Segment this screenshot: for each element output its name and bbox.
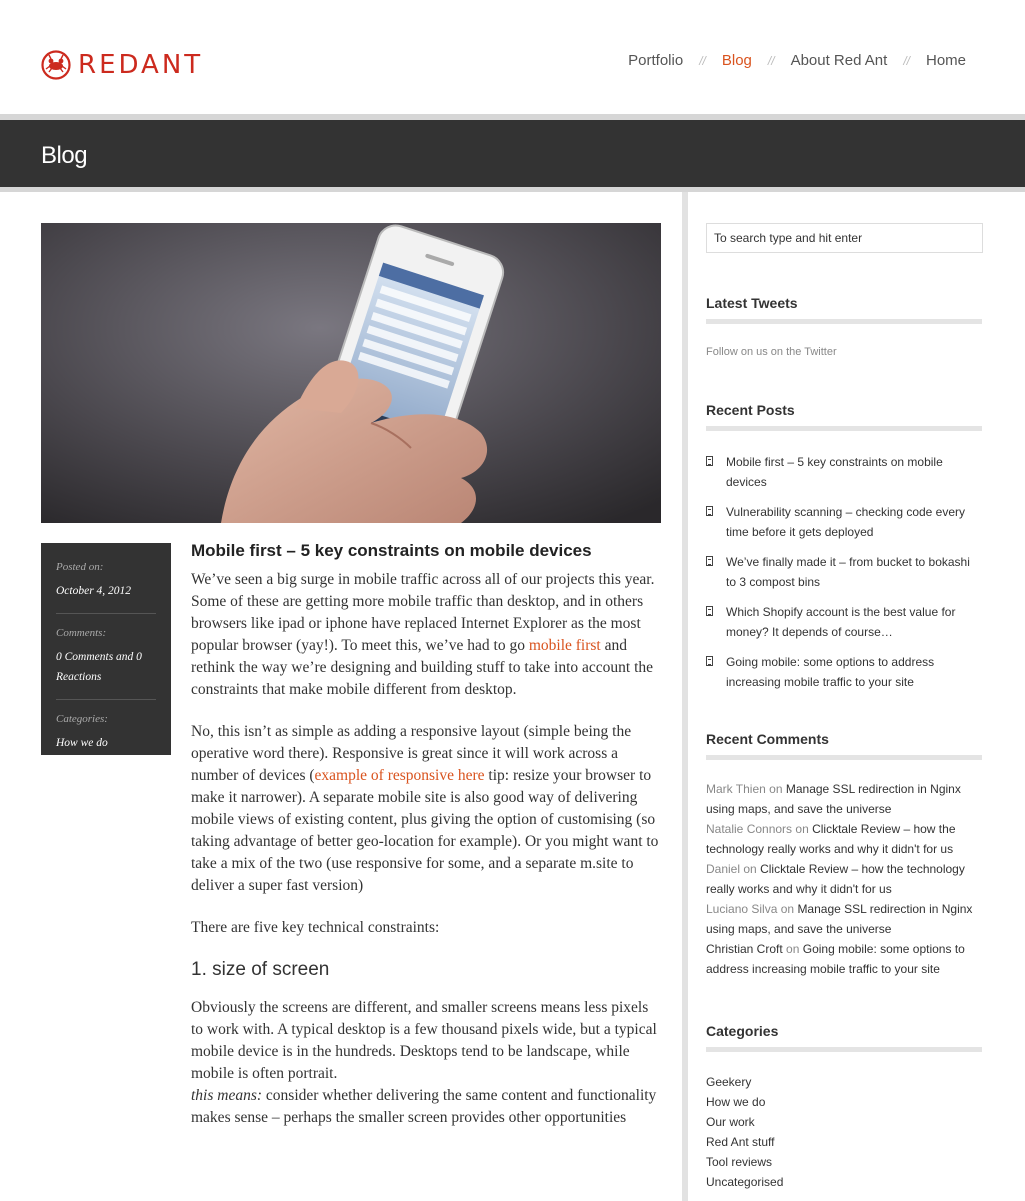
comment-on: on [780,902,795,916]
text-run: Obviously the screens are different, and… [191,999,657,1082]
recent-posts-title: Recent Posts [706,402,982,431]
sidebar-divider [682,192,688,1201]
category-item[interactable]: Uncategorised [706,1172,982,1192]
comment-on: on [769,782,783,796]
comment-author: Daniel [706,862,741,876]
comment-author: Mark Thien [706,782,766,796]
ant-logo-icon [41,50,71,80]
post-paragraph: Obviously the screens are different, and… [191,997,661,1129]
meta-posted: Posted on: October 4, 2012 [56,561,156,614]
recent-post-link[interactable]: Which Shopify account is the best value … [726,605,955,639]
nav-separator: // [699,53,706,68]
categories-label: Categories: [56,713,108,725]
post-content: Mobile first – 5 key constraints on mobi… [191,541,661,1149]
category-link[interactable]: How we do [56,733,156,753]
recent-comments-title: Recent Comments [706,731,982,760]
category-item[interactable]: Tool reviews [706,1152,982,1172]
nav-blog[interactable]: Blog [722,52,752,69]
nav-portfolio[interactable]: Portfolio [628,52,683,69]
recent-post-link[interactable]: Going mobile: some options to address in… [726,655,934,689]
comment-on: on [786,942,800,956]
nav-home[interactable]: Home [926,52,966,69]
site-header: REDANT Portfolio // Blog // About Red An… [0,0,1025,114]
comment-author: Luciano Silva [706,902,778,916]
categories-list: Geekery How we do Our work Red Ant stuff… [706,1072,982,1192]
post-paragraph: There are five key technical constraints… [191,919,440,936]
document-icon [706,506,713,516]
text-run: tip: resize your browser to make it narr… [191,767,659,894]
meta-categories: Categories: How we do [56,713,156,765]
sidebar: Latest Tweets Follow on us on the Twitte… [706,223,983,1192]
recent-post-item[interactable]: Mobile first – 5 key constraints on mobi… [706,452,982,492]
recent-comment-item: Mark Thien on Manage SSL redirection in … [706,779,982,819]
post-title[interactable]: Mobile first – 5 key constraints on mobi… [191,541,661,561]
page-title: Blog [41,142,88,169]
recent-comment-item: Daniel on Clicktale Review – how the tec… [706,859,982,899]
comment-on: on [743,862,757,876]
title-divider [0,187,1025,192]
comments-count-link[interactable]: 0 Comments and 0 Reactions [56,647,156,687]
recent-comments-list: Mark Thien on Manage SSL redirection in … [706,779,982,979]
recent-post-link[interactable]: Vulnerability scanning – checking code e… [726,505,965,539]
document-icon [706,606,713,616]
logo-wordmark: REDANT [78,50,204,80]
posted-label: Posted on: [56,561,104,573]
categories-title: Categories [706,1023,982,1052]
category-item[interactable]: Red Ant stuff [706,1132,982,1152]
comment-author[interactable]: Christian Croft [706,942,783,956]
document-icon [706,656,713,666]
comment-author: Natalie Connors [706,822,793,836]
posted-date: October 4, 2012 [56,585,132,597]
post-paragraph: We’ve seen a big surge in mobile traffic… [191,569,661,701]
comment-on: on [795,822,809,836]
section-heading: 1. size of screen [191,959,330,980]
nav-separator: // [903,53,910,68]
recent-post-item[interactable]: Which Shopify account is the best value … [706,602,982,642]
main-nav: Portfolio // Blog // About Red Ant // Ho… [628,52,966,69]
twitter-follow-link[interactable]: Follow on us on the Twitter [706,346,982,358]
nav-separator: // [767,53,775,68]
post-meta: Posted on: October 4, 2012 Comments: 0 C… [41,543,171,755]
category-item[interactable]: Geekery [706,1072,982,1092]
recent-comment-item: Christian Croft on Going mobile: some op… [706,939,982,979]
meta-comments: Comments: 0 Comments and 0 Reactions [56,627,156,700]
recent-comment-item: Natalie Connors on Clicktale Review – ho… [706,819,982,859]
recent-post-item[interactable]: Going mobile: some options to address in… [706,652,982,692]
document-icon [706,556,713,566]
search-input[interactable] [706,223,983,253]
comments-label: Comments: [56,627,107,639]
recent-post-item[interactable]: Vulnerability scanning – checking code e… [706,502,982,542]
post-hero-image [41,223,661,523]
emphasis-text: this means: [191,1087,263,1104]
mobile-first-link[interactable]: mobile first [529,637,601,654]
post-paragraph: No, this isn’t as simple as adding a res… [191,721,661,897]
document-icon [706,456,713,466]
category-item[interactable]: Our work [706,1112,982,1132]
recent-posts-list: Mobile first – 5 key constraints on mobi… [706,452,982,692]
hand-holding-phone-illustration [41,223,661,523]
latest-tweets-title: Latest Tweets [706,295,982,324]
recent-post-item[interactable]: We’ve finally made it – from bucket to b… [706,552,982,592]
recent-post-link[interactable]: We’ve finally made it – from bucket to b… [726,555,970,589]
nav-about[interactable]: About Red Ant [791,52,888,69]
recent-post-link[interactable]: Mobile first – 5 key constraints on mobi… [726,455,943,489]
category-item[interactable]: How we do [706,1092,982,1112]
page-title-bar: Blog [0,120,1025,187]
responsive-example-link[interactable]: example of responsive here [315,767,485,784]
site-logo[interactable]: REDANT [40,49,203,81]
recent-comment-item: Luciano Silva on Manage SSL redirection … [706,899,982,939]
